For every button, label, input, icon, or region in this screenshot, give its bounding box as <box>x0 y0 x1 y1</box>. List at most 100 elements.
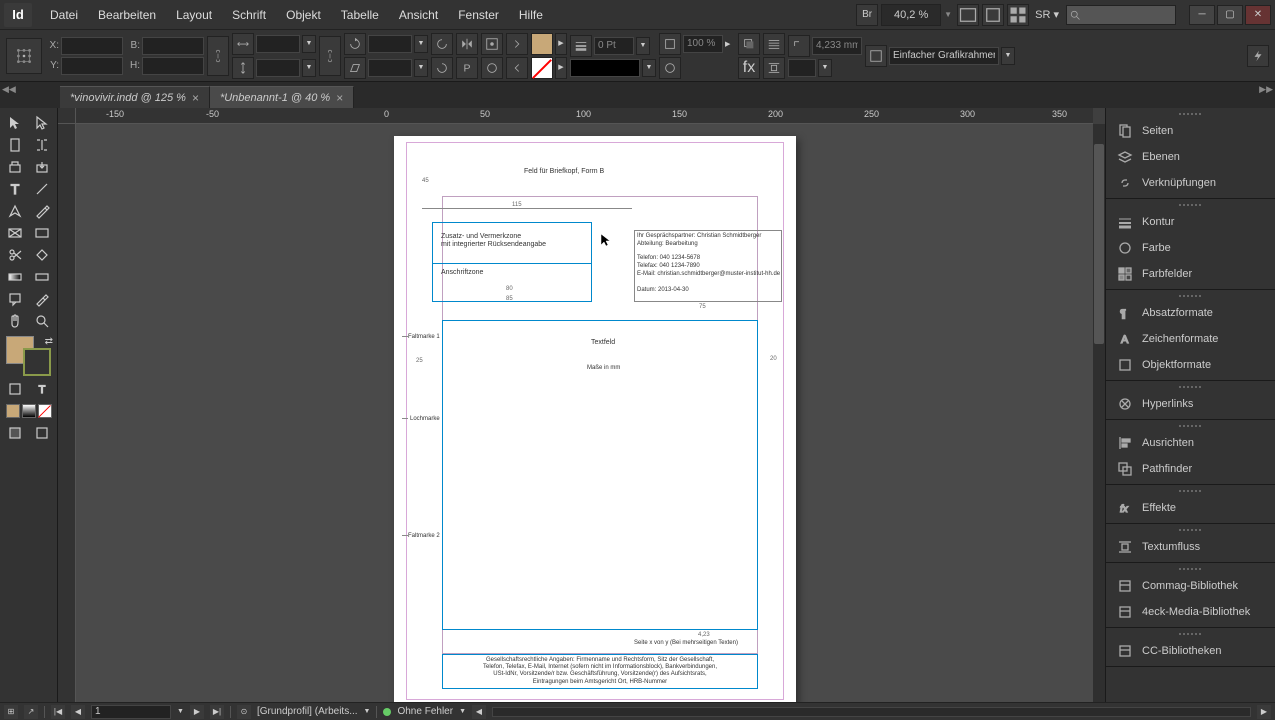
panel-ausrichten[interactable]: Ausrichten <box>1106 430 1275 456</box>
document-page[interactable]: Feld für Briefkopf, Form B 45 115 Zusatz… <box>394 136 796 702</box>
view-options-button[interactable] <box>957 4 979 26</box>
menu-bearbeiten[interactable]: Bearbeiten <box>88 4 166 26</box>
panel-commag-bibliothek[interactable]: Commag-Bibliothek <box>1106 573 1275 599</box>
menu-objekt[interactable]: Objekt <box>276 4 331 26</box>
fill-swatch[interactable] <box>531 33 553 55</box>
pen-tool[interactable] <box>2 200 29 222</box>
select-next-button[interactable] <box>506 57 528 79</box>
rectangle-frame-tool[interactable] <box>2 222 29 244</box>
menu-schrift[interactable]: Schrift <box>222 4 276 26</box>
workspace-switcher[interactable]: SR ▾ <box>1035 8 1059 21</box>
content-placer-tool[interactable] <box>29 156 56 178</box>
page-zoom-icon[interactable]: ⊞ <box>4 705 18 719</box>
arrange-button[interactable] <box>1007 4 1029 26</box>
menu-ansicht[interactable]: Ansicht <box>389 4 448 26</box>
stroke-weight-input[interactable] <box>594 37 634 55</box>
panel-ebenen[interactable]: Ebenen <box>1106 144 1275 170</box>
menu-layout[interactable]: Layout <box>166 4 222 26</box>
menu-fenster[interactable]: Fenster <box>448 4 509 26</box>
tab-unbenannt[interactable]: *Unbenannt-1 @ 40 %× <box>210 86 354 108</box>
panel-absatzformate[interactable]: ¶Absatzformate <box>1106 300 1275 326</box>
gradient-feather-tool[interactable] <box>29 266 56 288</box>
fill-none-swatch[interactable] <box>531 57 553 79</box>
selection-tool[interactable] <box>2 112 29 134</box>
opacity-input[interactable] <box>683 35 723 53</box>
flip-v-button[interactable]: P <box>456 57 478 79</box>
hand-tool[interactable] <box>2 310 29 332</box>
panel-zeichenformate[interactable]: AZeichenformate <box>1106 326 1275 352</box>
swap-colors-icon[interactable]: ⇄ <box>45 336 53 347</box>
ruler-horizontal[interactable]: -150 -50 0 50 100 150 200 250 300 350 <box>76 108 1093 124</box>
panel-farbe[interactable]: Farbe <box>1106 235 1275 261</box>
menu-hilfe[interactable]: Hilfe <box>509 4 553 26</box>
text-wrap-none-button[interactable] <box>763 33 785 55</box>
scissors-tool[interactable] <box>2 244 29 266</box>
panel-seiten[interactable]: Seiten <box>1106 118 1275 144</box>
scale-y-input[interactable] <box>256 59 300 77</box>
w-input[interactable] <box>142 37 204 55</box>
scale-x-input[interactable] <box>256 35 300 53</box>
normal-view-button[interactable] <box>2 422 29 444</box>
flip-h-button[interactable] <box>456 33 478 55</box>
ruler-vertical[interactable] <box>58 124 76 702</box>
color-swatches[interactable]: ⇄ <box>2 336 55 376</box>
drop-shadow-button[interactable] <box>738 33 760 55</box>
eyedropper-tool[interactable] <box>29 288 56 310</box>
preview-view-button[interactable] <box>29 422 56 444</box>
panel-objektformate[interactable]: Objektformate <box>1106 352 1275 378</box>
panel-cc-bibliotheken[interactable]: CC-Bibliotheken <box>1106 638 1275 664</box>
tabs-scroll-left[interactable]: ◀◀ <box>2 84 16 95</box>
stroke-style-select[interactable] <box>570 59 640 77</box>
maximize-button[interactable]: ▢ <box>1217 5 1243 25</box>
close-button[interactable]: ✕ <box>1245 5 1271 25</box>
rectangle-tool[interactable] <box>29 222 56 244</box>
y-input[interactable] <box>61 57 123 75</box>
tab-vinovivir[interactable]: *vinovivir.indd @ 125 %× <box>60 86 210 108</box>
note-tool[interactable] <box>2 288 29 310</box>
panel-kontur[interactable]: Kontur <box>1106 209 1275 235</box>
ruler-origin[interactable] <box>58 108 76 124</box>
apply-none-button[interactable] <box>38 404 52 418</box>
select-container-button[interactable] <box>481 33 503 55</box>
menu-tabelle[interactable]: Tabelle <box>331 4 389 26</box>
pencil-tool[interactable] <box>29 200 56 222</box>
content-collector-tool[interactable] <box>2 156 29 178</box>
tabs-scroll-right[interactable]: ▶▶ <box>1259 84 1273 95</box>
gradient-swatch-tool[interactable] <box>2 266 29 288</box>
scroll-left-button[interactable]: ◀ <box>472 705 486 719</box>
fx-button[interactable]: fx <box>738 57 760 79</box>
free-transform-tool[interactable] <box>29 244 56 266</box>
rotate-ccw-button[interactable] <box>431 33 453 55</box>
line-tool[interactable] <box>29 178 56 200</box>
apply-container-button[interactable] <box>2 378 29 400</box>
preflight-icon[interactable]: ⊙ <box>237 705 251 719</box>
bridge-button[interactable]: Br <box>856 4 878 26</box>
page-number-input[interactable] <box>91 705 171 719</box>
minimize-button[interactable]: ─ <box>1189 5 1215 25</box>
scrollbar-vertical[interactable] <box>1093 124 1105 702</box>
panel-verknuepfungen[interactable]: Verknüpfungen <box>1106 170 1275 196</box>
panel-textumfluss[interactable]: Textumfluss <box>1106 534 1275 560</box>
select-content-button[interactable] <box>481 57 503 79</box>
select-prev-button[interactable] <box>506 33 528 55</box>
apply-gradient-button[interactable] <box>22 404 36 418</box>
rotate-input[interactable] <box>368 35 412 53</box>
corner-shape-select[interactable] <box>788 59 816 77</box>
page-prev-button[interactable]: ◀ <box>71 705 85 719</box>
panel-farbfelder[interactable]: Farbfelder <box>1106 261 1275 287</box>
lightning-icon[interactable] <box>1247 45 1269 67</box>
panel-hyperlinks[interactable]: Hyperlinks <box>1106 391 1275 417</box>
h-input[interactable] <box>142 57 204 75</box>
text-wrap-bbox-button[interactable] <box>763 57 785 79</box>
reference-point-proxy[interactable] <box>6 38 42 74</box>
menu-datei[interactable]: Datei <box>40 4 88 26</box>
shear-input[interactable] <box>368 59 412 77</box>
scroll-right-button[interactable]: ▶ <box>1257 705 1271 719</box>
page-tool[interactable] <box>2 134 29 156</box>
screen-mode-button[interactable] <box>982 4 1004 26</box>
search-input[interactable] <box>1066 5 1176 25</box>
scrollbar-horizontal[interactable] <box>492 707 1251 717</box>
panel-pathfinder[interactable]: Pathfinder <box>1106 456 1275 482</box>
panel-4eck-bibliothek[interactable]: 4eck-Media-Bibliothek <box>1106 599 1275 625</box>
tab-close-icon[interactable]: × <box>192 91 199 105</box>
